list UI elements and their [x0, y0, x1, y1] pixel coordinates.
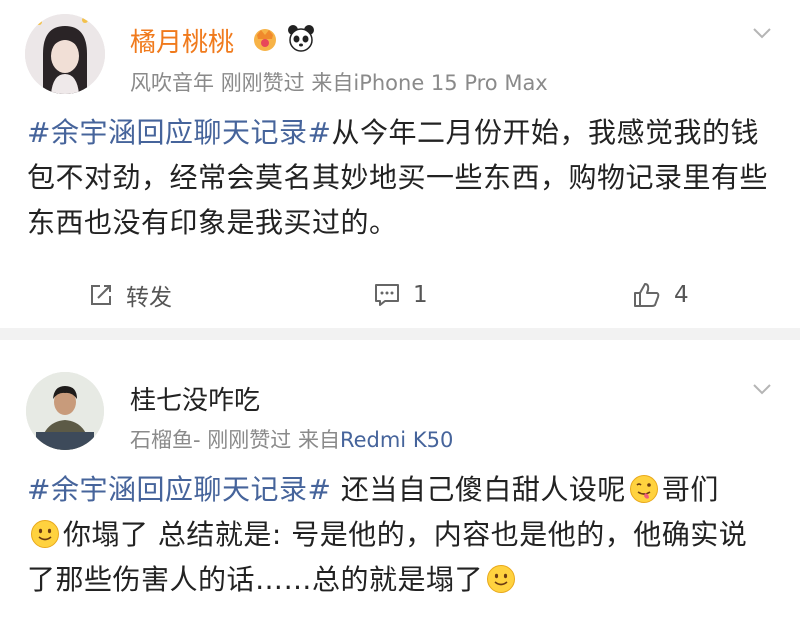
- user-name[interactable]: 橘月桃桃: [130, 22, 234, 59]
- panda-badge-icon[interactable]: [286, 24, 316, 52]
- chevron-down-icon[interactable]: [751, 22, 773, 44]
- post-body-part3: 你塌了 总结就是: 号是他的，内容也是他的，他确实说了那些伤害人的话……总的就是…: [27, 518, 748, 596]
- like-count: 4: [674, 282, 689, 308]
- repost-label: 转发: [126, 285, 172, 311]
- avatar[interactable]: [26, 372, 104, 450]
- post-time: 刚刚赞过: [220, 71, 305, 95]
- comment-icon: [375, 284, 399, 306]
- tongue-emoji-icon: [629, 475, 658, 503]
- post-text: #余宇涵回应聊天记录# 还当自己傻白甜人设呢 哥们你塌了 总结就是: 号是他的，内…: [27, 467, 772, 602]
- smile-emoji-icon: [487, 565, 516, 593]
- post-divider: [0, 328, 800, 340]
- hashtag-link[interactable]: #余宇涵回应聊天记录#: [27, 116, 331, 149]
- smile-emoji-icon: [31, 520, 59, 548]
- crown-badge-icon[interactable]: [250, 24, 280, 52]
- weibo-post-1: 橘月桃桃 风吹音年 刚刚赞过 来自iPhone 15 Pro Max #余宇涵回…: [0, 0, 800, 328]
- source-device: Redmi K50: [339, 428, 454, 452]
- comment-button[interactable]: 1: [373, 270, 428, 320]
- meta-prefix: 风吹音年: [130, 71, 214, 95]
- chevron-down-icon[interactable]: [751, 378, 773, 400]
- comment-count: 1: [413, 282, 428, 308]
- post-time: 刚刚赞过: [207, 428, 292, 452]
- hashtag-link[interactable]: #余宇涵回应聊天记录#: [27, 473, 331, 506]
- repost-icon: [91, 285, 111, 305]
- avatar-image: [25, 14, 105, 94]
- avatar[interactable]: [25, 14, 105, 94]
- source-from: 来自: [311, 71, 354, 95]
- post-meta: 石榴鱼- 刚刚赞过 来自Redmi K50: [130, 424, 453, 454]
- source-device: iPhone 15 Pro Max: [353, 71, 548, 95]
- action-bar: 转发 1 4: [0, 270, 800, 320]
- user-badges: [250, 24, 316, 52]
- repost-button[interactable]: 转发: [88, 270, 172, 320]
- like-button[interactable]: 4: [632, 270, 689, 320]
- post-meta: 风吹音年 刚刚赞过 来自iPhone 15 Pro Max: [130, 67, 548, 97]
- source-from: 来自: [297, 428, 340, 452]
- meta-prefix: 石榴鱼-: [130, 428, 201, 452]
- user-name[interactable]: 桂七没咋吃: [130, 380, 260, 417]
- post-body-part2: 哥们: [661, 473, 719, 506]
- avatar-image: [26, 372, 104, 450]
- like-icon: [634, 283, 660, 307]
- post-body-part1: 还当自己傻白甜人设呢: [331, 473, 626, 506]
- post-text: #余宇涵回应聊天记录#从今年二月份开始，我感觉我的钱包不对劲，经常会莫名其妙地买…: [27, 110, 772, 245]
